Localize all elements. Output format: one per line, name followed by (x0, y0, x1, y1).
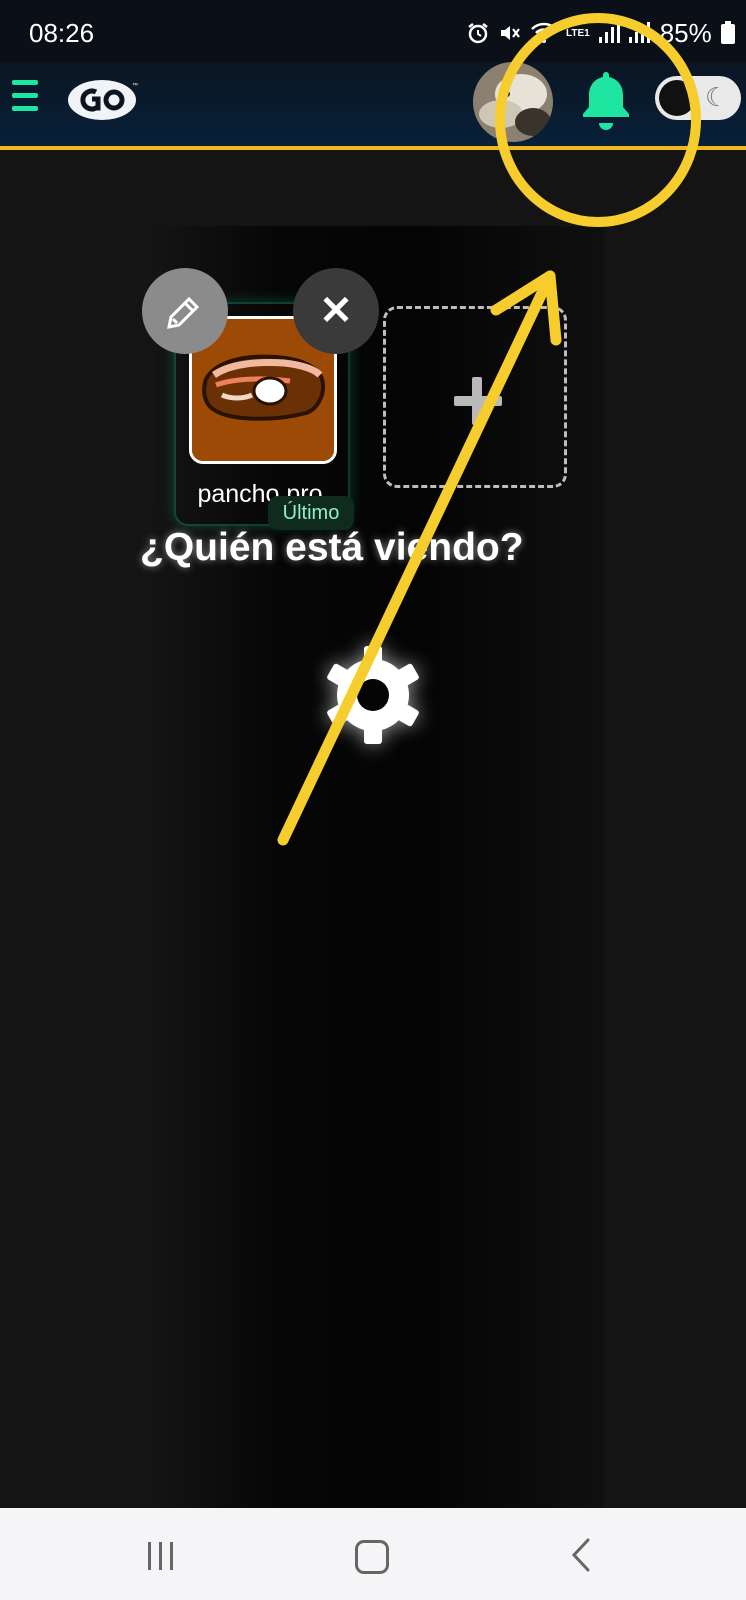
status-time: 08:26 (29, 18, 95, 48)
network-type: LTE1 (566, 27, 590, 39)
close-icon: ✕ (319, 289, 353, 333)
alarm-icon (468, 23, 488, 44)
status-bar: 08:26 LTE1 85% (0, 0, 746, 62)
theme-toggle[interactable]: ☾ (655, 76, 741, 120)
battery-percent: 85% (659, 17, 712, 48)
last-watched-badge: Último (268, 496, 354, 530)
avatar-photo (473, 62, 553, 142)
app-header: ™ ☾ (0, 62, 746, 150)
recents-icon[interactable] (146, 1542, 178, 1570)
page-title: ¿Quién está viendo? (140, 526, 524, 569)
edit-profile-button[interactable] (142, 268, 228, 354)
screen: 08:26 LTE1 85% ™ ☾ pancho.pro Último ✕ ¿… (0, 0, 746, 1600)
gear-icon[interactable] (318, 640, 428, 750)
app-logo[interactable]: ™ (66, 78, 138, 122)
svg-text:™: ™ (132, 82, 138, 89)
moon-icon: ☾ (705, 82, 729, 112)
home-icon[interactable] (355, 1540, 389, 1574)
bell-icon[interactable] (578, 68, 634, 130)
add-profile-button[interactable] (383, 306, 567, 488)
signal-icon (598, 22, 620, 43)
plus-icon (454, 377, 502, 425)
mute-icon (501, 26, 520, 40)
pencil-icon (167, 296, 200, 329)
wifi-icon (531, 22, 557, 43)
status-icons: LTE1 85% (466, 18, 736, 48)
battery-icon (720, 21, 735, 44)
back-icon[interactable] (570, 1538, 592, 1572)
nav-bar (0, 1508, 746, 1600)
signal-icon-2 (628, 22, 650, 43)
hamburger-icon[interactable] (12, 80, 42, 116)
remove-profile-button[interactable]: ✕ (293, 268, 379, 354)
user-avatar[interactable] (473, 62, 553, 142)
toggle-knob (659, 80, 695, 116)
